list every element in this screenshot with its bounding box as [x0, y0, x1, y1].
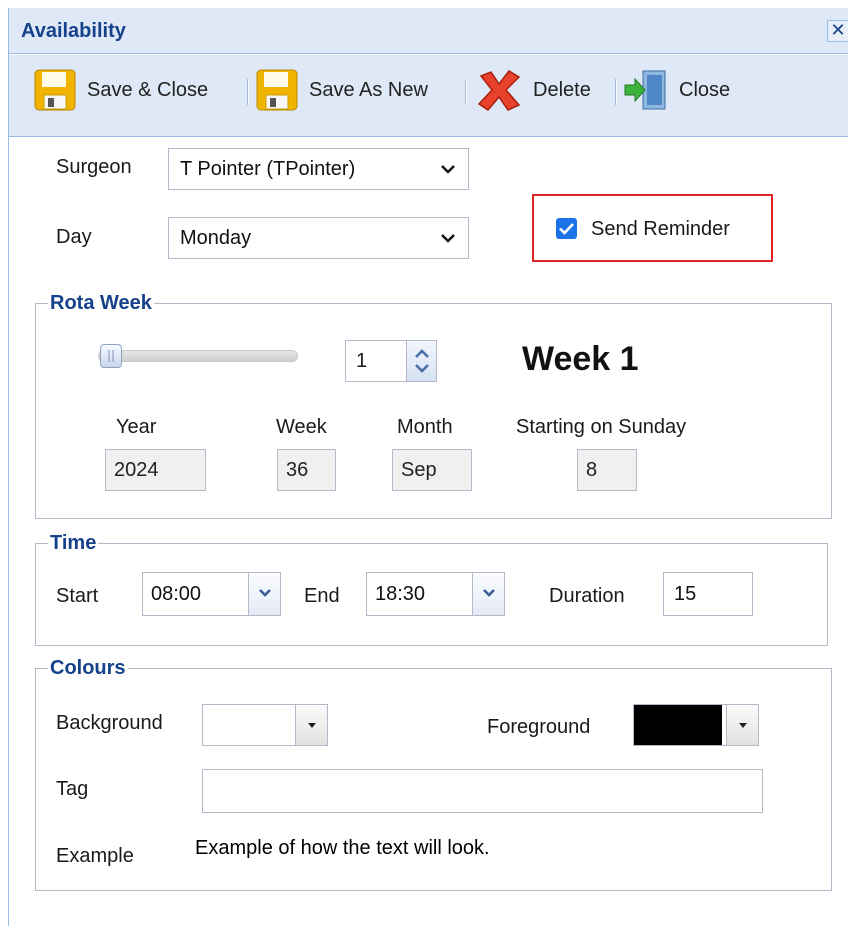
- surgeon-label: Surgeon: [56, 156, 132, 178]
- week-heading: Week 1: [522, 340, 639, 378]
- week-label: Week: [276, 416, 327, 438]
- checkmark-icon: [559, 223, 574, 235]
- foreground-label: Foreground: [487, 716, 591, 738]
- start-label: Start: [56, 585, 99, 607]
- chevron-down-icon: [483, 589, 495, 597]
- start-time-trigger[interactable]: [248, 573, 280, 615]
- toolbar-separator: [465, 79, 467, 105]
- toolbar-separator: [615, 79, 617, 105]
- tag-label: Tag: [56, 778, 89, 800]
- surgeon-value: T Pointer (TPointer): [180, 158, 356, 180]
- end-time-trigger[interactable]: [472, 573, 504, 615]
- colours-legend: Colours: [50, 657, 126, 679]
- chevron-down-icon: [259, 589, 271, 597]
- chevron-down-icon: [441, 165, 455, 174]
- foreground-color-trigger[interactable]: [726, 705, 758, 745]
- tag-input[interactable]: [202, 769, 763, 813]
- send-reminder-highlight: Send Reminder: [532, 194, 773, 262]
- week-field: 36: [277, 449, 336, 491]
- send-reminder-checkbox[interactable]: [556, 218, 577, 239]
- month-field: Sep: [392, 449, 472, 491]
- save-close-label: Save & Close: [87, 78, 209, 101]
- foreground-swatch[interactable]: [634, 705, 722, 745]
- start-time-combo[interactable]: 08:00: [142, 572, 281, 616]
- day-value: Monday: [180, 227, 252, 249]
- title-bar: Availability ✕: [9, 8, 848, 54]
- caret-down-icon: [739, 723, 747, 728]
- duration-input[interactable]: 15: [663, 572, 753, 616]
- save-close-button[interactable]: Save & Close: [33, 67, 208, 113]
- week-spinner[interactable]: 1: [345, 340, 437, 382]
- month-label: Month: [397, 416, 453, 438]
- close-icon[interactable]: ✕: [827, 20, 848, 42]
- year-field: 2024: [105, 449, 206, 491]
- end-time-value: 18:30: [375, 583, 426, 605]
- duration-label: Duration: [549, 585, 625, 607]
- toolbar: Save & Close Save As New Delete Close: [9, 55, 848, 137]
- delete-label: Delete: [533, 78, 591, 101]
- close-label: Close: [679, 78, 731, 101]
- starting-field: 8: [577, 449, 637, 491]
- rota-week-legend: Rota Week: [50, 292, 152, 314]
- slider-grip-icon: [108, 350, 114, 362]
- time-legend: Time: [50, 532, 97, 554]
- week-slider-thumb[interactable]: [100, 344, 122, 368]
- toolbar-separator: [247, 79, 249, 105]
- background-color-trigger[interactable]: [295, 705, 327, 745]
- background-label: Background: [56, 712, 163, 734]
- background-color-picker[interactable]: [202, 704, 328, 746]
- end-label: End: [304, 585, 340, 607]
- surgeon-select[interactable]: T Pointer (TPointer): [168, 148, 469, 190]
- chevron-down-icon: [441, 234, 455, 243]
- week-slider-track[interactable]: [98, 350, 298, 362]
- year-label: Year: [116, 416, 157, 438]
- delete-button[interactable]: Delete: [475, 67, 591, 113]
- exit-door-icon: [624, 70, 666, 110]
- spin-up-down-icon: [415, 349, 429, 373]
- floppy-disk-icon: [256, 69, 298, 111]
- red-x-icon: [477, 70, 521, 111]
- spinner-buttons[interactable]: [406, 341, 436, 381]
- save-as-new-label: Save As New: [309, 78, 428, 101]
- example-preview: Example of how the text will look.: [193, 826, 755, 872]
- start-time-value: 08:00: [151, 583, 202, 605]
- day-label: Day: [56, 226, 92, 248]
- end-time-combo[interactable]: 18:30: [366, 572, 505, 616]
- close-button[interactable]: Close: [623, 67, 730, 113]
- window-title: Availability: [21, 20, 126, 42]
- floppy-disk-icon: [34, 69, 76, 111]
- starting-label: Starting on Sunday: [516, 416, 687, 438]
- caret-down-icon: [308, 723, 316, 728]
- send-reminder-label[interactable]: Send Reminder: [591, 218, 730, 241]
- foreground-color-picker[interactable]: [633, 704, 759, 746]
- week-spinner-value: 1: [356, 350, 368, 372]
- save-as-new-button[interactable]: Save As New: [255, 67, 428, 113]
- background-swatch[interactable]: [203, 705, 295, 745]
- example-label: Example: [56, 845, 134, 867]
- day-select[interactable]: Monday: [168, 217, 469, 259]
